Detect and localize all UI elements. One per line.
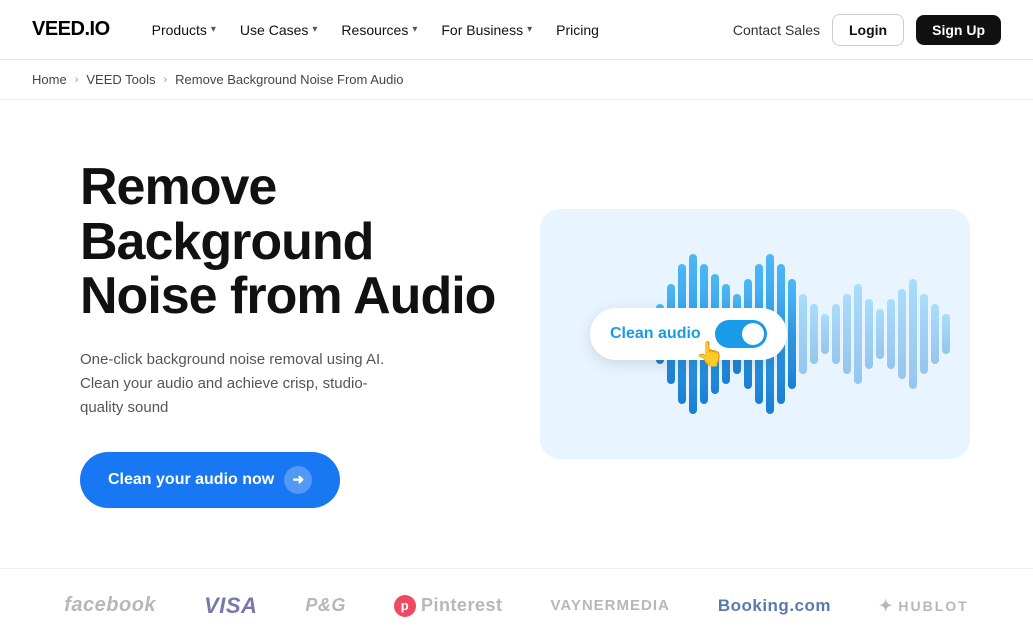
nav-label-for-business: For Business — [441, 22, 523, 38]
toggle-knob — [742, 323, 764, 345]
breadcrumb-separator: › — [75, 74, 79, 86]
breadcrumb: Home › VEED Tools › Remove Background No… — [0, 60, 1033, 100]
breadcrumb-current: Remove Background Noise From Audio — [175, 72, 403, 87]
audio-card: Clean audio 👆 — [540, 209, 970, 459]
navbar: VEED.IO Products ▾ Use Cases ▾ Resources… — [0, 0, 1033, 60]
nav-label-products: Products — [152, 22, 207, 38]
chevron-down-icon: ▾ — [312, 24, 317, 35]
brand-hublot: ✦ HUBLOT — [879, 596, 969, 616]
signup-button[interactable]: Sign Up — [916, 15, 1001, 45]
brand-visa: VISA — [204, 593, 257, 619]
nav-label-resources: Resources — [341, 22, 408, 38]
nav-label-use-cases: Use Cases — [240, 22, 308, 38]
login-button[interactable]: Login — [832, 14, 904, 46]
nav-item-use-cases[interactable]: Use Cases ▾ — [230, 16, 328, 44]
hublot-icon: ✦ — [879, 596, 894, 616]
nav-label-pricing: Pricing — [556, 22, 599, 38]
brand-facebook: facebook — [64, 594, 156, 617]
hero-section: Remove Background Noise from Audio One-c… — [0, 100, 1033, 568]
hero-description: One-click background noise removal using… — [80, 348, 400, 420]
chevron-down-icon: ▾ — [527, 24, 532, 35]
pinterest-icon: p — [394, 595, 416, 617]
contact-sales-link[interactable]: Contact Sales — [733, 22, 820, 38]
chevron-down-icon: ▾ — [412, 24, 417, 35]
nav-item-for-business[interactable]: For Business ▾ — [431, 16, 542, 44]
brand-pinterest: p Pinterest — [394, 595, 503, 617]
brand-booking: Booking.com — [718, 596, 831, 616]
brand-pg: P&G — [305, 595, 346, 616]
pinterest-label: Pinterest — [421, 595, 503, 616]
nav-right: Contact Sales Login Sign Up — [733, 14, 1001, 46]
arrow-icon: ➜ — [284, 466, 312, 494]
nav-item-resources[interactable]: Resources ▾ — [331, 16, 427, 44]
nav-item-products[interactable]: Products ▾ — [142, 16, 226, 44]
nav-item-pricing[interactable]: Pricing — [546, 16, 609, 44]
toggle-label: Clean audio — [610, 325, 701, 343]
hero-cta-button[interactable]: Clean your audio now ➜ — [80, 452, 340, 508]
cursor-icon: 👆 — [695, 340, 725, 369]
hero-cta-label: Clean your audio now — [108, 471, 274, 489]
breadcrumb-veed-tools[interactable]: VEED Tools — [86, 72, 155, 87]
brand-vaynermedia: VAYNERMEDIA — [550, 597, 669, 614]
hero-title: Remove Background Noise from Audio — [80, 160, 500, 324]
brand-logo[interactable]: VEED.IO — [32, 18, 110, 41]
trusted-brands: facebook VISA P&G p Pinterest VAYNERMEDI… — [0, 568, 1033, 643]
chevron-down-icon: ▾ — [211, 24, 216, 35]
clean-audio-toggle[interactable]: Clean audio — [590, 308, 787, 360]
nav-items: Products ▾ Use Cases ▾ Resources ▾ For B… — [142, 16, 733, 44]
hero-text: Remove Background Noise from Audio One-c… — [80, 160, 500, 508]
hero-illustration: Clean audio 👆 — [540, 209, 970, 459]
breadcrumb-home[interactable]: Home — [32, 72, 67, 87]
breadcrumb-separator-2: › — [164, 74, 168, 86]
